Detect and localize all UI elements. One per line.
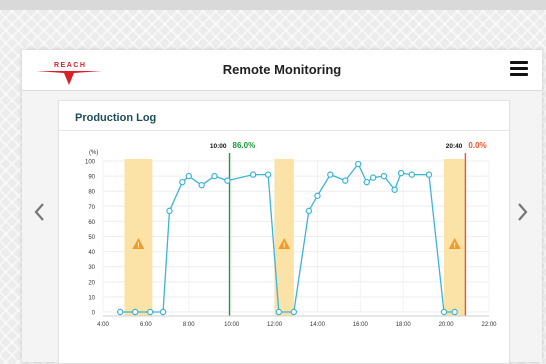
data-point [264, 171, 272, 178]
window-top-strip [0, 0, 546, 10]
x-tick-label: 14:00 [310, 322, 326, 328]
data-point [370, 174, 377, 181]
y-tick-label: 20 [88, 280, 95, 286]
x-tick-label: 16:00 [353, 322, 369, 328]
y-tick-label: 40 [88, 250, 95, 256]
data-point [354, 160, 362, 168]
chevron-left-icon[interactable] [32, 200, 48, 224]
warning-icon-mark: ! [283, 243, 285, 250]
warning-icon-mark: ! [137, 243, 139, 250]
data-point [166, 207, 173, 215]
downtime-band [443, 159, 466, 316]
chevron-right-icon[interactable] [514, 200, 530, 224]
y-tick-label: 60 [88, 220, 95, 226]
time-marker-time: 20:40 [446, 143, 463, 150]
x-tick-label: 22:00 [481, 322, 497, 328]
y-axis-label: (%) [89, 150, 98, 156]
y-tick-label: 30 [88, 265, 95, 271]
time-marker-value: 0.0% [468, 141, 486, 150]
data-point [397, 169, 405, 177]
y-tick-label: 80 [88, 190, 95, 196]
data-point [211, 172, 218, 180]
data-point [275, 308, 283, 316]
data-point [116, 308, 124, 316]
x-tick-label: 8:00 [183, 322, 195, 328]
x-tick-label: 18:00 [396, 322, 412, 328]
data-point [131, 308, 139, 316]
data-point [380, 172, 388, 180]
x-tick-label: 12:00 [267, 322, 283, 328]
x-tick-label: 10:00 [224, 322, 240, 328]
data-point [290, 308, 298, 316]
x-tick-label: 6:00 [140, 322, 152, 328]
production-log-card: Production Log !!! 10:00 86.0% 20:40 0.0% 0… [58, 100, 510, 364]
data-point [146, 308, 154, 316]
app-header: REACH Remote Monitoring [22, 50, 542, 91]
data-point [391, 186, 398, 193]
time-marker-time: 10:00 [210, 143, 227, 150]
data-point [408, 171, 415, 178]
data-point [314, 192, 321, 199]
downtime-band [124, 159, 153, 316]
data-point [440, 308, 448, 316]
data-point [249, 171, 257, 178]
data-point [327, 171, 334, 178]
x-tick-label: 4:00 [97, 322, 109, 328]
y-tick-label: 50 [88, 235, 95, 241]
y-tick-label: 70 [88, 205, 95, 211]
production-chart: !!! 10:00 86.0% 20:40 0.0% 0 10 20 30 40 50 60 70 8… [85, 141, 497, 328]
y-tick-label: 0 [92, 311, 96, 317]
y-tick-label: 100 [85, 160, 96, 166]
data-point [198, 181, 205, 189]
downtime-bands: !!! [124, 159, 466, 316]
data-point [363, 178, 370, 186]
app-window: REACH Remote Monitoring Production Log !… [22, 50, 542, 364]
data-point [425, 171, 433, 178]
hamburger-menu-icon[interactable] [510, 61, 528, 77]
y-tick-label: 90 [88, 175, 95, 181]
page-title: Remote Monitoring [222, 62, 342, 77]
data-point [305, 207, 313, 215]
data-point [342, 177, 349, 184]
data-point [451, 308, 458, 316]
data-point [224, 177, 231, 184]
data-point [159, 308, 167, 316]
time-marker-value: 86.0% [233, 141, 256, 150]
data-point [185, 172, 192, 180]
warning-icon-mark: ! [454, 243, 456, 250]
chart-grid [102, 160, 490, 313]
data-point [179, 178, 186, 186]
x-tick-label: 20:00 [439, 322, 455, 328]
y-tick-label: 10 [88, 295, 95, 301]
card-title: Production Log [75, 112, 157, 124]
